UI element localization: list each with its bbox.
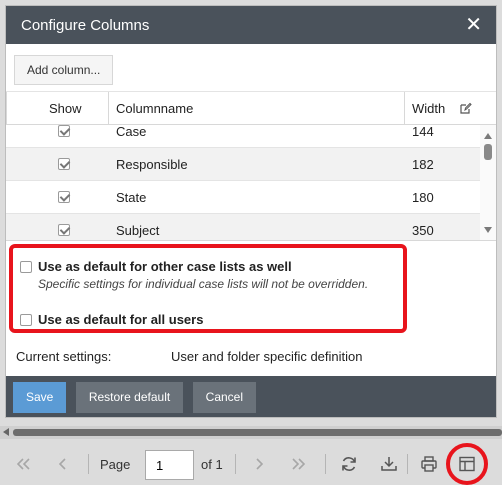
horizontal-scrollbar[interactable] — [0, 426, 502, 439]
column-width: 182 — [412, 157, 434, 172]
column-width: 180 — [412, 190, 434, 205]
scroll-left-icon[interactable] — [3, 428, 9, 436]
column-name: State — [116, 190, 147, 205]
save-button[interactable]: Save — [13, 382, 67, 413]
print-icon[interactable] — [420, 455, 438, 473]
default-options-highlight: Use as default for other case lists as w… — [9, 244, 407, 333]
configure-columns-dialog: Configure Columns ✕ Add column... Show C… — [5, 5, 497, 418]
column-divider — [404, 92, 405, 125]
header-width[interactable]: Width — [412, 92, 445, 125]
column-divider — [6, 92, 7, 125]
column-width: 350 — [412, 223, 434, 238]
column-name: Case — [116, 125, 147, 139]
scroll-down-icon[interactable] — [484, 227, 492, 233]
column-width: 144 — [412, 125, 434, 139]
scroll-up-icon[interactable] — [484, 133, 492, 139]
restore-default-button[interactable]: Restore default — [75, 382, 184, 413]
show-checkbox[interactable] — [58, 158, 70, 170]
first-page-icon[interactable] — [14, 455, 32, 473]
add-column-button[interactable]: Add column... — [14, 55, 114, 85]
dialog-footer: Save Restore default Cancel — [6, 376, 496, 417]
column-divider — [108, 92, 109, 125]
default-all-users-checkbox[interactable] — [20, 313, 32, 326]
dialog-toolbar: Add column... — [6, 44, 496, 92]
table-row: Case 144 — [6, 125, 480, 148]
current-settings-value: User and folder specific definition — [171, 349, 363, 364]
table-row: Subject 350 — [6, 214, 480, 240]
table-row: State 180 — [6, 181, 480, 214]
column-name: Subject — [116, 223, 160, 238]
default-other-lists-note: Specific settings for individual case li… — [38, 277, 369, 291]
grid-header: Show Columnname Width — [6, 92, 496, 125]
show-checkbox[interactable] — [58, 125, 70, 137]
default-all-users-label: Use as default for all users — [38, 312, 204, 327]
page-count-label: of 1 — [201, 457, 223, 472]
download-icon[interactable] — [380, 455, 398, 473]
configure-columns-highlight — [446, 443, 488, 485]
default-other-lists-label: Use as default for other case lists as w… — [38, 259, 292, 274]
refresh-icon[interactable] — [340, 455, 358, 473]
header-columnname[interactable]: Columnname — [116, 92, 193, 125]
pager-separator — [235, 454, 236, 474]
pager-bar: Page of 1 — [0, 442, 502, 485]
pager-separator — [407, 454, 408, 474]
close-icon[interactable]: ✕ — [465, 15, 482, 35]
next-page-icon[interactable] — [250, 455, 268, 473]
show-checkbox[interactable] — [58, 191, 70, 203]
table-row: Responsible 182 — [6, 148, 480, 181]
pager-separator — [325, 454, 326, 474]
scrollbar-thumb[interactable] — [484, 144, 492, 160]
dialog-header: Configure Columns ✕ — [6, 6, 496, 44]
horizontal-scrollbar-thumb[interactable] — [13, 429, 502, 436]
default-other-lists-checkbox[interactable] — [20, 260, 32, 273]
current-settings-label: Current settings: — [16, 349, 112, 364]
edit-icon[interactable] — [460, 102, 472, 114]
grid-scrollbar[interactable] — [480, 125, 496, 240]
pager-separator — [88, 454, 89, 474]
default-all-users-option[interactable]: Use as default for all users — [20, 312, 403, 327]
page-label: Page — [100, 457, 131, 472]
show-checkbox[interactable] — [58, 224, 70, 236]
default-other-lists-option[interactable]: Use as default for other case lists as w… — [20, 259, 403, 274]
cancel-button[interactable]: Cancel — [192, 382, 257, 413]
header-show[interactable]: Show — [49, 92, 82, 125]
dialog-title: Configure Columns — [21, 16, 150, 34]
previous-page-icon[interactable] — [54, 455, 72, 473]
grid-body: Case 144 Responsible 182 State 180 Subje… — [6, 125, 496, 241]
last-page-icon[interactable] — [290, 455, 308, 473]
page-number-input[interactable] — [145, 450, 194, 480]
column-name: Responsible — [116, 157, 188, 172]
